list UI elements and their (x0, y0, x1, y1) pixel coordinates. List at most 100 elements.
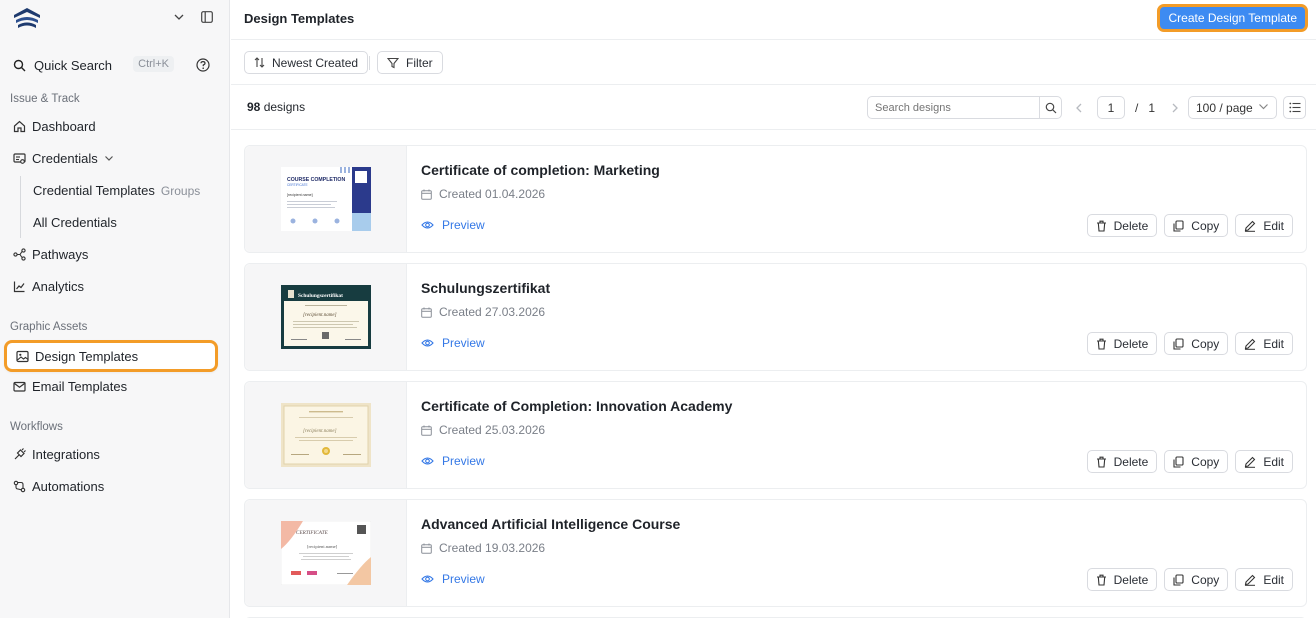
edit-button[interactable]: Edit (1235, 214, 1293, 237)
preview-link[interactable]: Preview (421, 336, 485, 350)
calendar-icon (421, 543, 432, 554)
edit-button[interactable]: Edit (1235, 450, 1293, 473)
design-created-text: Created 01.04.2026 (439, 187, 546, 201)
sidebar-item-credential-templates[interactable]: Credential Templates Groups (33, 183, 200, 198)
credential-templates-label: Credential Templates (33, 183, 155, 198)
trash-icon (1096, 338, 1107, 350)
sidebar-item-email-templates[interactable]: Email Templates (4, 372, 218, 400)
design-thumbnail[interactable]: COURSE COMPLETION CERTIFICATE [recipient… (245, 146, 407, 252)
delete-button[interactable]: Delete (1086, 214, 1158, 237)
filter-button[interactable]: Filter (377, 51, 443, 74)
sort-button[interactable]: Newest Created (244, 51, 369, 74)
edit-label: Edit (1263, 572, 1284, 587)
delete-button[interactable]: Delete (1086, 332, 1158, 355)
copy-button[interactable]: Copy (1164, 332, 1229, 355)
thumb3-name: [recipient.name] (303, 429, 337, 434)
credential-icon (12, 151, 26, 165)
search-icon (1045, 102, 1056, 113)
mail-icon (12, 379, 26, 393)
next-page-icon[interactable] (1169, 103, 1181, 113)
preview-link[interactable]: Preview (421, 572, 485, 586)
certificate-thumbnail-schulung: Schulungszertifikat [recipient.name] (280, 285, 371, 349)
section-issue-track: Issue & Track (10, 93, 80, 105)
design-title: Advanced Artificial Intelligence Course (421, 516, 681, 532)
quick-search-button[interactable]: Quick Search Ctrl+K (8, 53, 180, 77)
prev-page-icon[interactable] (1073, 103, 1085, 113)
pencil-icon (1244, 220, 1256, 232)
sidebar-item-analytics-label: Analytics (32, 278, 85, 294)
list-view-toggle[interactable] (1283, 96, 1306, 119)
sidebar-item-integrations[interactable]: Integrations (4, 440, 218, 468)
card-actions: Delete Copy Edit (1086, 214, 1293, 237)
copy-button[interactable]: Copy (1164, 450, 1229, 473)
preview-label: Preview (442, 218, 485, 232)
preview-label: Preview (442, 572, 485, 586)
page-size-select[interactable]: 100 / page (1188, 96, 1277, 119)
toolbar-divider (369, 56, 370, 70)
copy-icon (1173, 219, 1184, 232)
filter-label: Filter (406, 55, 433, 70)
preview-label: Preview (442, 336, 485, 350)
certificate-thumbnail-marketing: COURSE COMPLETION CERTIFICATE [recipient… (280, 167, 371, 231)
sidebar-item-design-templates[interactable]: Design Templates (4, 340, 218, 372)
delete-label: Delete (1113, 572, 1149, 587)
design-created-text: Created 25.03.2026 (439, 423, 546, 437)
delete-button[interactable]: Delete (1086, 568, 1158, 591)
thumb4-heading: CERTIFICATE (296, 530, 329, 536)
preview-link[interactable]: Preview (421, 218, 485, 232)
sidebar-item-credentials-label: Credentials (32, 150, 98, 166)
certificate-thumbnail-ai-course: CERTIFICATE [recipient.name] (280, 521, 371, 585)
sidebar-item-automations[interactable]: Automations (4, 472, 218, 500)
design-thumbnail[interactable]: [recipient.name] (245, 382, 407, 488)
search-submit-button[interactable] (1039, 97, 1061, 118)
sidebar-item-all-credentials[interactable]: All Credentials (33, 215, 117, 230)
delete-button[interactable]: Delete (1086, 450, 1158, 473)
submenu-guide-line (20, 176, 21, 238)
groups-link[interactable]: Groups (161, 184, 200, 198)
chevron-down-icon (104, 153, 114, 163)
sidebar-item-pathways[interactable]: Pathways (4, 240, 218, 268)
automation-icon (12, 479, 26, 493)
design-card: CERTIFICATE [recipient.name] Advanced Ar… (244, 499, 1307, 607)
quick-search-shortcut: Ctrl+K (133, 56, 174, 72)
copy-button[interactable]: Copy (1164, 568, 1229, 591)
calendar-icon (421, 425, 432, 436)
copy-label: Copy (1191, 572, 1220, 587)
toolbar: Newest Created Filter (231, 41, 1316, 85)
search-input[interactable] (868, 97, 1040, 118)
trash-icon (1096, 456, 1107, 468)
collapse-sidebar-icon[interactable] (200, 10, 214, 24)
delete-label: Delete (1113, 218, 1149, 233)
design-card: [recipient.name] Certificate of Completi… (244, 381, 1307, 489)
eye-icon (421, 220, 434, 230)
brand-logo-icon[interactable] (12, 6, 42, 30)
page-separator: / (1135, 100, 1139, 115)
edit-button[interactable]: Edit (1235, 568, 1293, 591)
sidebar-item-dashboard[interactable]: Dashboard (4, 112, 218, 140)
workspace-chevron-down-icon[interactable] (172, 10, 186, 24)
page-number-input[interactable]: 1 (1097, 96, 1125, 119)
help-icon[interactable] (196, 58, 210, 72)
chevron-down-icon (1258, 101, 1269, 115)
sidebar-item-credentials[interactable]: Credentials (4, 144, 218, 172)
design-title: Certificate of Completion: Innovation Ac… (421, 398, 733, 414)
thumb2-name: [recipient.name] (303, 313, 337, 318)
card-actions: Delete Copy Edit (1086, 450, 1293, 473)
preview-link[interactable]: Preview (421, 454, 485, 468)
calendar-icon (421, 189, 432, 200)
quick-search-label: Quick Search (34, 57, 113, 73)
search-icon (13, 59, 26, 71)
sidebar-item-dashboard-label: Dashboard (32, 118, 96, 134)
trash-icon (1096, 574, 1107, 586)
design-thumbnail[interactable]: CERTIFICATE [recipient.name] (245, 500, 407, 606)
list-icon (1288, 102, 1300, 113)
sidebar-item-analytics[interactable]: Analytics (4, 272, 218, 300)
pencil-icon (1244, 338, 1256, 350)
create-design-template-button[interactable]: Create Design Template (1157, 4, 1308, 32)
pathways-icon (12, 247, 26, 261)
edit-button[interactable]: Edit (1235, 332, 1293, 355)
page-size-value: 100 / page (1196, 100, 1253, 115)
design-thumbnail[interactable]: Schulungszertifikat [recipient.name] (245, 264, 407, 370)
design-created-text: Created 19.03.2026 (439, 541, 546, 555)
copy-button[interactable]: Copy (1164, 214, 1229, 237)
